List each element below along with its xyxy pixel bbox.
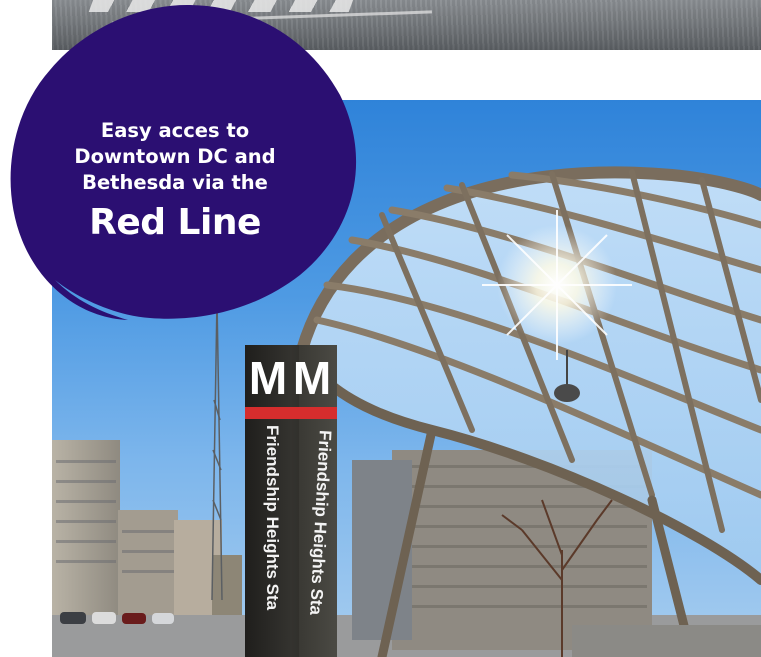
headline-line: Downtown DC and (74, 145, 276, 168)
lane-stripe (112, 10, 432, 25)
headline-emphasis: Red Line (89, 202, 261, 243)
headline-line: Easy acces to (100, 119, 250, 142)
metro-logo: M (248, 352, 288, 404)
road-photo (52, 0, 761, 50)
hero-headline: Easy acces to Downtown DC and Bethesda v… (38, 118, 312, 246)
red-line-band (245, 407, 337, 419)
crosswalk-stripes (88, 0, 356, 12)
headline-line: Bethesda via the (82, 171, 268, 194)
station-name-sign: Friendship Heights Sta (263, 425, 282, 611)
escalator-rail (572, 625, 761, 657)
metro-logo: M (292, 352, 332, 404)
